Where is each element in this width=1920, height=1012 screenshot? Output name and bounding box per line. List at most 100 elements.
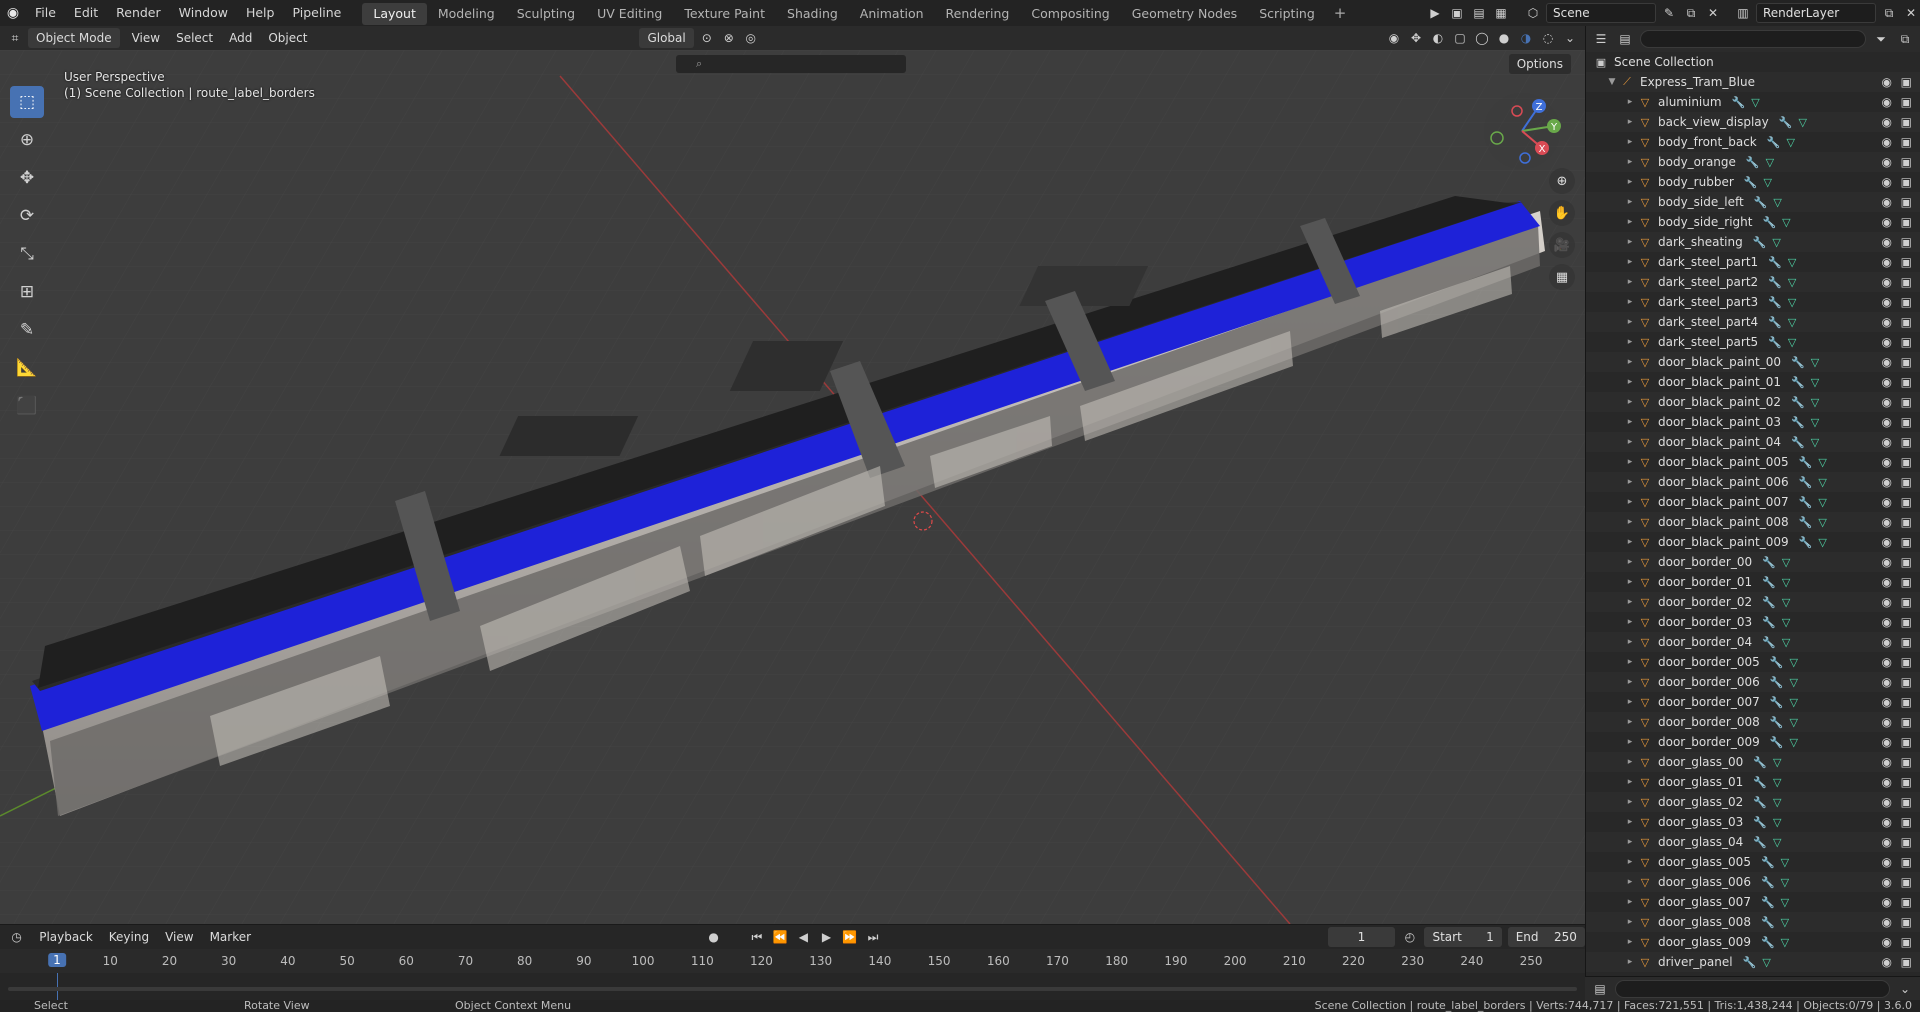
outliner-item[interactable]: ▸ ▽ body_rubber 🔧 ▽ ◉ ▣ (1586, 172, 1920, 192)
mesh-data-icon[interactable]: ▽ (1773, 776, 1781, 789)
outliner-item[interactable]: ▸ ▽ door_border_02 🔧 ▽ ◉ ▣ (1586, 592, 1920, 612)
eye-icon[interactable]: ◉ (1882, 175, 1892, 189)
timeline-editor-icon[interactable]: ◷ (8, 928, 25, 946)
outliner-item[interactable]: ▸ ▽ dark_sheating 🔧 ▽ ◉ ▣ (1586, 232, 1920, 252)
mesh-data-icon[interactable]: ▽ (1782, 556, 1790, 569)
record-icon[interactable]: ● (705, 928, 722, 946)
expand-arrow-icon[interactable]: ▸ (1624, 377, 1636, 387)
pivot-icon[interactable]: ⊙ (698, 29, 716, 47)
outliner-item[interactable]: ▸ ▽ dark_steel_part4 🔧 ▽ ◉ ▣ (1586, 312, 1920, 332)
annotate-tool-icon[interactable]: ✎ (10, 314, 44, 346)
mesh-data-icon[interactable]: ▽ (1782, 616, 1790, 629)
mesh-data-icon[interactable]: ▽ (1782, 576, 1790, 589)
eye-icon[interactable]: ◉ (1882, 475, 1892, 489)
filter-icon[interactable]: ⏷ (1872, 30, 1890, 48)
eye-icon[interactable]: ◉ (1882, 735, 1892, 749)
current-frame-field[interactable]: 1 (1327, 927, 1396, 947)
new-collection-icon[interactable]: ⧉ (1896, 30, 1914, 48)
outliner-item[interactable]: ▸ ▽ door_glass_03 🔧 ▽ ◉ ▣ (1586, 812, 1920, 832)
expand-arrow-icon[interactable]: ▸ (1624, 177, 1636, 187)
mesh-data-icon[interactable]: ▽ (1773, 756, 1781, 769)
play-render-icon[interactable]: ▶ (1426, 4, 1444, 22)
camera-icon[interactable]: ▣ (1901, 635, 1912, 649)
mesh-data-icon[interactable]: ▽ (1781, 916, 1789, 929)
outliner-item[interactable]: ▸ ▽ door_black_paint_00 🔧 ▽ ◉ ▣ (1586, 352, 1920, 372)
add-workspace-icon[interactable]: + (1326, 4, 1355, 22)
render-image-icon[interactable]: ▣ (1448, 4, 1466, 22)
expand-arrow-icon[interactable]: ▸ (1624, 137, 1636, 147)
outliner-search[interactable] (1640, 30, 1866, 48)
view-layer-icon[interactable]: ▥ (1734, 4, 1752, 22)
cursor-tool-icon[interactable]: ⊕ (10, 124, 44, 156)
eye-icon[interactable]: ◉ (1882, 575, 1892, 589)
modifier-wrench-icon[interactable]: 🔧 (1753, 776, 1767, 789)
pin-icon[interactable]: ✎ (1660, 4, 1678, 22)
outliner-item[interactable]: ▸ ▽ door_border_005 🔧 ▽ ◉ ▣ (1586, 652, 1920, 672)
camera-icon[interactable]: ▣ (1901, 735, 1912, 749)
expand-arrow-icon[interactable]: ▸ (1624, 777, 1636, 787)
outliner-item[interactable]: ▸ ▽ door_black_paint_009 🔧 ▽ ◉ ▣ (1586, 532, 1920, 552)
mesh-data-icon[interactable]: ▽ (1818, 476, 1826, 489)
modifier-wrench-icon[interactable]: 🔧 (1768, 296, 1782, 309)
timeline-track[interactable] (0, 973, 1585, 1001)
solid-shading-icon[interactable]: ● (1495, 29, 1513, 47)
outliner-item[interactable]: ▸ ▽ body_front_back 🔧 ▽ ◉ ▣ (1586, 132, 1920, 152)
expand-arrow-icon[interactable]: ▸ (1624, 397, 1636, 407)
menu-pipeline[interactable]: Pipeline (283, 0, 350, 26)
camera-icon[interactable]: ▣ (1901, 715, 1912, 729)
outliner-item[interactable]: ▸ ▽ door_glass_04 🔧 ▽ ◉ ▣ (1586, 832, 1920, 852)
modifier-wrench-icon[interactable]: 🔧 (1791, 376, 1805, 389)
outliner-item[interactable]: ▸ ▽ door_glass_009 🔧 ▽ ◉ ▣ (1586, 932, 1920, 952)
modifier-wrench-icon[interactable]: 🔧 (1753, 816, 1767, 829)
expand-arrow-icon[interactable]: ▸ (1624, 937, 1636, 947)
expand-arrow-icon[interactable]: ▸ (1624, 897, 1636, 907)
expand-arrow-icon[interactable]: ▸ (1624, 297, 1636, 307)
select-box-tool-icon[interactable]: ⬚ (10, 86, 44, 118)
eye-icon[interactable]: ◉ (1882, 935, 1892, 949)
mesh-data-icon[interactable]: ▽ (1818, 456, 1826, 469)
properties-options-icon[interactable]: ⌄ (1896, 980, 1914, 998)
mesh-data-icon[interactable]: ▽ (1782, 216, 1790, 229)
expand-arrow-icon[interactable]: ▸ (1624, 277, 1636, 287)
mesh-data-icon[interactable]: ▽ (1781, 876, 1789, 889)
mesh-data-icon[interactable]: ▽ (1773, 196, 1781, 209)
timeline-menu-keying[interactable]: Keying (101, 927, 157, 947)
expand-arrow-icon[interactable]: ▸ (1624, 837, 1636, 847)
camera-icon[interactable]: ▣ (1901, 395, 1912, 409)
rotate-tool-icon[interactable]: ⟳ (10, 200, 44, 232)
outliner-item[interactable]: ▸ ▽ body_orange 🔧 ▽ ◉ ▣ (1586, 152, 1920, 172)
camera-icon[interactable]: ▣ (1901, 815, 1912, 829)
camera-icon[interactable]: ▣ (1901, 575, 1912, 589)
expand-arrow-icon[interactable]: ▸ (1624, 817, 1636, 827)
measure-tool-icon[interactable]: 📐 (10, 352, 44, 384)
expand-arrow-icon[interactable]: ▸ (1624, 517, 1636, 527)
render-window-icon[interactable]: ▦ (1492, 4, 1510, 22)
outliner-item[interactable]: ▸ ▽ door_glass_00 🔧 ▽ ◉ ▣ (1586, 752, 1920, 772)
timeline-ruler[interactable]: 1 10 20 30 40 50 60 70 80 90 100 110 120 130 140 150 16… (0, 951, 1585, 973)
outliner-item[interactable]: ▸ ▽ door_glass_006 🔧 ▽ ◉ ▣ (1586, 872, 1920, 892)
outliner-item[interactable]: ▸ ▽ aluminium 🔧 ▽ ◉ ▣ (1586, 92, 1920, 112)
rendered-shading-icon[interactable]: ◌ (1539, 29, 1557, 47)
visibility-icon[interactable]: ◉ (1385, 29, 1403, 47)
expand-arrow-icon[interactable]: ▸ (1624, 117, 1636, 127)
tab-sculpting[interactable]: Sculpting (506, 3, 586, 25)
expand-arrow-icon[interactable]: ▸ (1624, 597, 1636, 607)
mesh-data-icon[interactable]: ▽ (1811, 396, 1819, 409)
outliner-item[interactable]: ▸ ▽ door_black_paint_006 🔧 ▽ ◉ ▣ (1586, 472, 1920, 492)
blender-logo-icon[interactable]: ◉ (0, 0, 26, 26)
next-keyframe-icon[interactable]: ⏩ (841, 928, 858, 946)
eye-icon[interactable]: ◉ (1882, 195, 1892, 209)
mesh-data-icon[interactable]: ▽ (1789, 676, 1797, 689)
tab-rendering[interactable]: Rendering (935, 3, 1021, 25)
modifier-wrench-icon[interactable]: 🔧 (1762, 216, 1776, 229)
outliner-item[interactable]: ▸ ▽ door_black_paint_03 🔧 ▽ ◉ ▣ (1586, 412, 1920, 432)
outliner-item[interactable]: ▸ ▽ door_border_006 🔧 ▽ ◉ ▣ (1586, 672, 1920, 692)
modifier-wrench-icon[interactable]: 🔧 (1767, 136, 1781, 149)
camera-icon[interactable]: ▣ (1901, 955, 1912, 969)
jump-end-icon[interactable]: ⏭ (864, 928, 881, 946)
camera-icon[interactable]: ▣ (1901, 295, 1912, 309)
mode-selector[interactable]: Object Mode (28, 28, 120, 48)
camera-icon[interactable]: ▣ (1901, 775, 1912, 789)
render-animation-icon[interactable]: ▤ (1470, 4, 1488, 22)
tab-compositing[interactable]: Compositing (1020, 3, 1120, 25)
